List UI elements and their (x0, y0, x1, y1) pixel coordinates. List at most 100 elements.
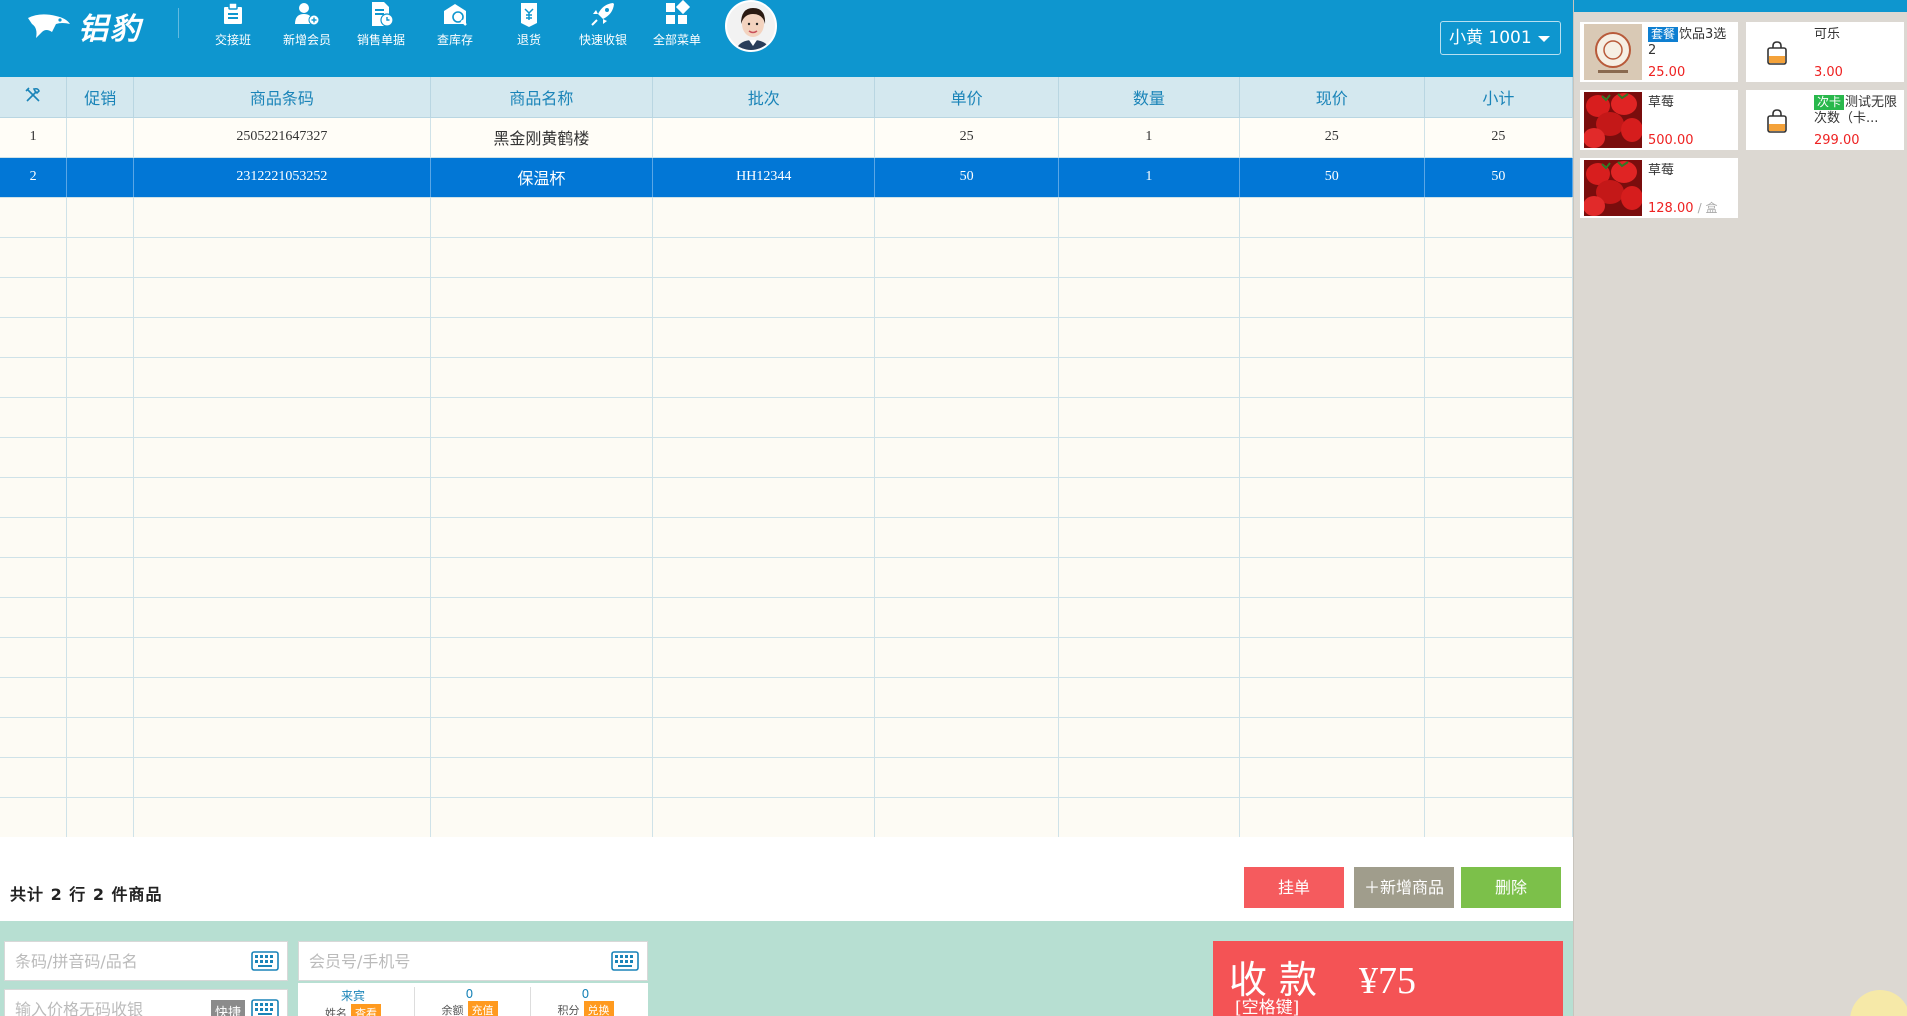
keyboard-icon[interactable] (611, 951, 639, 971)
table-row[interactable]: 1 2505221647327 黑金刚黄鹤楼 25 1 25 25 (0, 117, 1573, 158)
return-icon (521, 3, 537, 27)
empty-table-row (0, 797, 1573, 837)
keyboard-icon[interactable] (251, 951, 279, 971)
punch-card-tag: 次卡 (1814, 95, 1845, 110)
member-balance-block: 0 余额 充值 (414, 987, 524, 1016)
unit-price-cell (874, 557, 1059, 598)
promo-cell (66, 237, 135, 278)
batch-cell (652, 117, 876, 158)
cashier-select[interactable]: 小黄 1001 (1440, 21, 1561, 55)
add-product-button[interactable]: ＋新增商品 (1354, 867, 1454, 908)
empty-table-row (0, 677, 1573, 718)
product-title: 草莓 (1648, 95, 1675, 110)
toolbar-label: 销售单据 (356, 33, 405, 47)
unit-price-cell (874, 717, 1059, 758)
promo-cell (66, 437, 135, 478)
view-member-button[interactable]: 查看 (351, 1004, 381, 1016)
toolbar-add-member-button[interactable]: 新增会员 (270, 0, 344, 50)
row-number (0, 317, 68, 358)
logo-text: 铝豹 (78, 12, 142, 47)
current-price-cell (1239, 237, 1425, 278)
recharge-button[interactable]: 充值 (467, 1001, 498, 1016)
toolbar-handover-button[interactable]: 交接班 (196, 0, 270, 50)
toolbar-quick-checkout-button[interactable]: 快速收银 (566, 0, 640, 50)
toolbar-return-button[interactable]: 退货 (492, 0, 566, 50)
product-quick-panel: 套餐 饮品3选2 25.00 可乐 3.00 草莓 500.00 次卡 测试无限… (1573, 0, 1907, 1016)
member-search-input[interactable] (299, 942, 578, 980)
current-price-cell (1239, 477, 1425, 518)
row-number (0, 597, 68, 638)
table-row-selected[interactable]: 2 2312221053252 保温杯 HH12344 50 1 50 50 (0, 157, 1573, 198)
member-name-value: 来宾 (340, 989, 365, 1003)
barcode-cell (133, 357, 431, 398)
product-name-cell (430, 517, 654, 558)
product-name-cell (430, 677, 654, 718)
current-price-cell (1239, 677, 1425, 718)
user-avatar[interactable] (725, 0, 777, 52)
toolbar-sales-doc-button[interactable]: 销售单据 (344, 0, 418, 50)
barcode-search-field (4, 941, 288, 981)
product-name-cell (430, 757, 654, 798)
member-search-field (298, 941, 648, 981)
row-number (0, 237, 68, 278)
promo-cell (66, 677, 135, 718)
quantity-cell[interactable]: 1 (1058, 157, 1240, 198)
subtotal-cell (1424, 557, 1573, 598)
product-card[interactable]: 可乐 3.00 (1746, 22, 1904, 82)
unit-price-cell (874, 357, 1059, 398)
unit-price-cell (874, 437, 1059, 478)
empty-table-row (0, 597, 1573, 638)
empty-table-row (0, 437, 1573, 478)
barcode-search-input[interactable] (5, 942, 231, 980)
member-name-block: 来宾 姓名 查看 (298, 987, 408, 1016)
batch-cell (652, 357, 876, 398)
batch-cell (652, 197, 876, 238)
hold-order-button[interactable]: 挂单 (1244, 867, 1344, 908)
unit-price-cell (874, 317, 1059, 358)
toolbar-stock-query-button[interactable]: 查库存 (418, 0, 492, 50)
quick-button[interactable]: 快捷 (210, 1000, 245, 1016)
current-price-cell (1239, 277, 1425, 318)
toolbar-all-menu-button[interactable]: 全部菜单 (640, 0, 714, 50)
quantity-cell (1058, 277, 1240, 318)
batch-cell (652, 317, 876, 358)
table-header-row: 促销 商品条码 商品名称 批次 单价 数量 现价 小计 (0, 77, 1573, 118)
product-price: 3.00 (1814, 65, 1843, 80)
current-price-cell (1239, 557, 1425, 598)
barcode-cell: 2505221647327 (133, 117, 431, 158)
subtotal-cell (1424, 237, 1573, 278)
batch-cell (652, 477, 876, 518)
empty-table-row (0, 477, 1573, 518)
quantity-cell (1058, 717, 1240, 758)
column-settings-header[interactable] (0, 77, 68, 118)
product-card[interactable]: 套餐 饮品3选2 25.00 (1580, 22, 1738, 82)
quantity-cell (1058, 517, 1240, 558)
batch-cell (652, 437, 876, 478)
keyboard-icon[interactable] (251, 999, 279, 1016)
subtotal-cell (1424, 717, 1573, 758)
unit-price-cell (874, 757, 1059, 798)
empty-table-row (0, 637, 1573, 678)
quantity-cell (1058, 557, 1240, 598)
empty-table-row (0, 237, 1573, 278)
product-card[interactable]: 草莓 128.00 / 盒 (1580, 158, 1738, 218)
batch-cell (652, 717, 876, 758)
product-name: 次卡 测试无限次数（卡... (1814, 95, 1900, 127)
empty-table-row (0, 757, 1573, 798)
product-card[interactable]: 草莓 500.00 (1580, 90, 1738, 150)
product-card[interactable]: 次卡 测试无限次数（卡... 299.00 (1746, 90, 1904, 150)
strawberry-thumbnail (1584, 160, 1642, 216)
price-entry-input[interactable] (5, 990, 231, 1016)
delete-button[interactable]: 删除 (1461, 867, 1561, 908)
quantity-cell (1058, 437, 1240, 478)
product-name-cell (430, 477, 654, 518)
member-name-key: 姓名 (325, 1007, 347, 1016)
checkout-pay-button[interactable]: 收款 [空格键] ¥75 (1213, 941, 1563, 1016)
batch-cell (652, 677, 876, 718)
toolbar-label: 新增会员 (282, 33, 331, 47)
redeem-points-button[interactable]: 兑换 (583, 1001, 614, 1016)
empty-table-row (0, 397, 1573, 438)
quantity-cell[interactable]: 1 (1058, 117, 1240, 158)
product-name: 可乐 (1814, 27, 1900, 43)
member-info-panel: 来宾 姓名 查看 0 余额 充值 0 积分 兑换 (298, 983, 648, 1016)
